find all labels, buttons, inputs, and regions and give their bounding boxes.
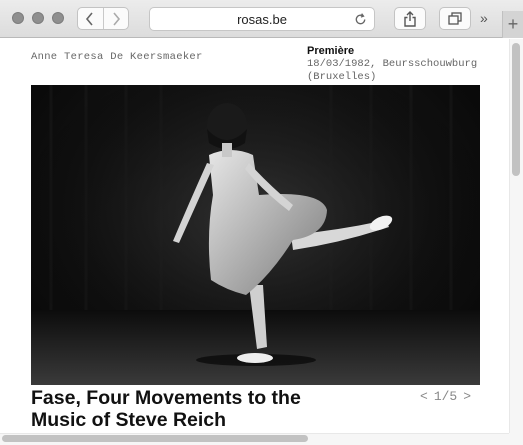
tabs-overview-button[interactable] bbox=[439, 7, 471, 30]
tabs-icon bbox=[448, 11, 462, 25]
new-tab-button[interactable]: + bbox=[502, 11, 523, 38]
zoom-window-button[interactable] bbox=[52, 12, 64, 24]
forward-button[interactable] bbox=[102, 8, 129, 29]
address-bar[interactable]: rosas.be bbox=[149, 7, 375, 31]
chevron-left-icon bbox=[86, 11, 93, 26]
previous-image-button[interactable]: < bbox=[420, 389, 428, 404]
navigation-buttons bbox=[77, 7, 129, 30]
url-text: rosas.be bbox=[237, 11, 287, 27]
double-chevron-icon[interactable]: » bbox=[480, 10, 488, 26]
next-image-button[interactable]: > bbox=[463, 389, 471, 404]
premiere-city: (Bruxelles) bbox=[307, 71, 377, 83]
page-content: Anne Teresa De Keersmaeker Première 18/0… bbox=[0, 39, 509, 433]
premiere-label: Première bbox=[307, 45, 355, 57]
page-title: Fase, Four Movements to the Music of Ste… bbox=[31, 387, 301, 431]
horizontal-scrollbar-thumb[interactable] bbox=[2, 435, 308, 442]
close-window-button[interactable] bbox=[12, 12, 24, 24]
share-button[interactable] bbox=[394, 7, 426, 30]
author-name: Anne Teresa De Keersmaeker bbox=[31, 51, 203, 63]
vertical-scrollbar-thumb[interactable] bbox=[512, 43, 520, 176]
share-icon bbox=[404, 10, 416, 27]
premiere-info: Première 18/03/1982, Beursschouwburg (Br… bbox=[307, 45, 487, 83]
browser-toolbar: rosas.be » + bbox=[0, 0, 523, 38]
minimize-window-button[interactable] bbox=[32, 12, 44, 24]
scrollbar-corner bbox=[509, 433, 523, 445]
back-button[interactable] bbox=[78, 8, 103, 29]
dancer-illustration bbox=[31, 85, 480, 385]
plus-icon: + bbox=[507, 14, 519, 34]
premiere-date-venue: 18/03/1982, Beursschouwburg bbox=[307, 58, 478, 70]
chevron-right-icon bbox=[113, 11, 120, 26]
image-pager: < 1/5 > bbox=[420, 389, 471, 404]
reload-icon[interactable] bbox=[353, 12, 368, 27]
dancer-photo[interactable] bbox=[31, 85, 480, 385]
image-counter: 1/5 bbox=[433, 389, 458, 404]
